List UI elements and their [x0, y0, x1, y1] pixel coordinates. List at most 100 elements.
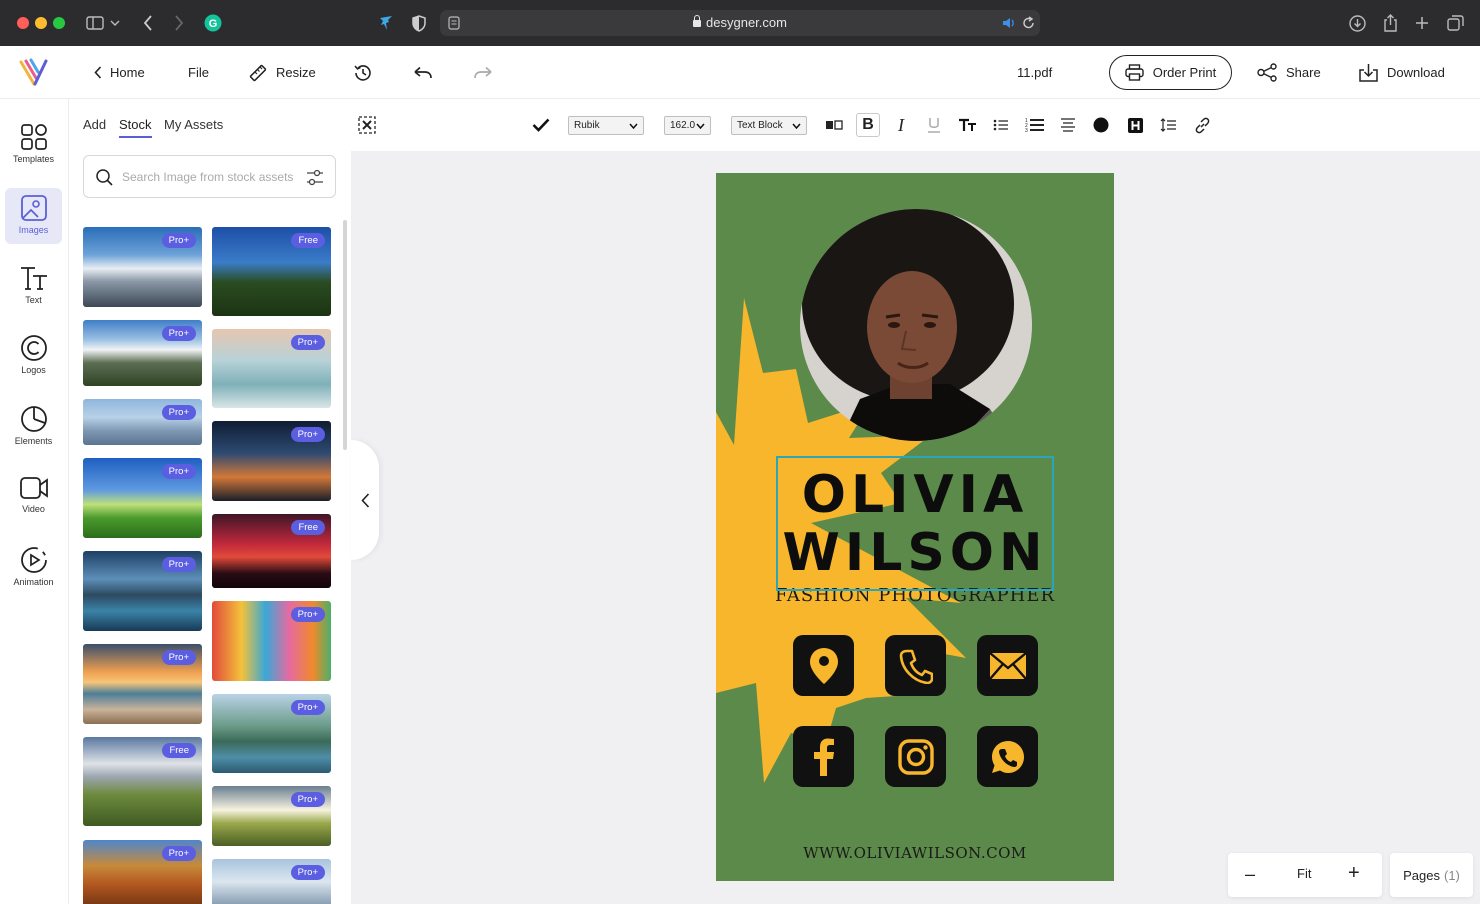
desygner-logo-icon[interactable] — [18, 58, 48, 86]
zoom-out-button[interactable]: – — [1245, 864, 1255, 885]
rail-item-text[interactable]: Text — [5, 258, 62, 314]
stock-image-thumb[interactable]: Pro+ — [212, 601, 331, 681]
stock-image-thumb[interactable]: Pro+ — [212, 421, 331, 501]
stock-image-thumb[interactable]: Pro+ — [83, 227, 202, 307]
email-icon[interactable] — [977, 635, 1038, 696]
rail-item-video[interactable]: Video — [5, 469, 62, 525]
tab-add[interactable]: Add — [83, 117, 106, 132]
share-browser-icon[interactable] — [1379, 12, 1401, 34]
stock-image-thumb[interactable]: Pro+ — [212, 694, 331, 773]
extension-bird-icon[interactable] — [375, 12, 397, 34]
numbered-list-icon[interactable]: 123 — [1023, 113, 1047, 137]
minimize-window-button[interactable] — [35, 17, 47, 29]
location-pin-icon[interactable] — [793, 635, 854, 696]
pages-label: Pages — [1403, 867, 1440, 883]
tab-overview-icon[interactable] — [1444, 12, 1466, 34]
underline-icon[interactable] — [922, 113, 946, 137]
app-toolbar: Home File Resize 11.pdf Order Print Shar… — [0, 46, 1480, 99]
filter-sliders-icon[interactable] — [306, 169, 324, 186]
tab-stock[interactable]: Stock — [119, 117, 152, 138]
rail-item-animation[interactable]: Animation — [5, 540, 62, 596]
redo-button[interactable] — [473, 46, 493, 99]
phone-icon[interactable] — [885, 635, 946, 696]
align-center-icon[interactable] — [1056, 113, 1080, 137]
close-window-button[interactable] — [17, 17, 29, 29]
address-bar[interactable]: desygner.com — [440, 10, 1040, 36]
deselect-icon[interactable] — [355, 113, 379, 137]
block-type-select[interactable]: Text Block — [731, 116, 807, 135]
order-print-button[interactable]: Order Print — [1109, 55, 1232, 90]
stock-image-thumb[interactable]: Pro+ — [83, 840, 202, 904]
chevron-down-icon — [629, 123, 638, 129]
stock-image-thumb[interactable]: Pro+ — [83, 551, 202, 631]
zoom-fit-button[interactable]: Fit — [1297, 866, 1311, 881]
chevron-down-icon — [792, 123, 801, 129]
ruler-icon — [249, 64, 267, 81]
collapse-panel-button[interactable] — [351, 440, 379, 560]
image-badge: Pro+ — [161, 405, 196, 420]
panel-scrollbar[interactable] — [343, 220, 347, 450]
pages-count: (1) — [1443, 867, 1460, 883]
forward-arrow-icon[interactable] — [168, 12, 190, 34]
home-button[interactable]: Home — [94, 46, 145, 99]
pages-button[interactable]: Pages (1) — [1390, 853, 1473, 897]
text-color-icon[interactable] — [1089, 113, 1113, 137]
share-button[interactable]: Share — [1257, 46, 1321, 99]
facebook-icon[interactable] — [793, 726, 854, 787]
history-icon — [354, 64, 371, 81]
link-icon[interactable] — [1190, 113, 1214, 137]
stock-search-input[interactable]: Search Image from stock assets — [83, 155, 336, 198]
stock-image-thumb[interactable]: Pro+ — [212, 786, 331, 846]
stock-image-thumb[interactable]: Pro+ — [83, 320, 202, 386]
chevron-down-icon[interactable] — [108, 12, 122, 34]
instagram-icon[interactable] — [885, 726, 946, 787]
text-selection-box[interactable] — [776, 456, 1054, 591]
stock-image-thumb[interactable]: Pro+ — [83, 458, 202, 538]
font-family-select[interactable]: Rubik — [568, 116, 644, 135]
bold-icon[interactable]: B — [856, 113, 880, 137]
text-highlight-icon[interactable] — [1123, 113, 1147, 137]
stock-image-thumb[interactable]: Free — [212, 514, 331, 588]
document-filename[interactable]: 11.pdf — [1017, 46, 1052, 99]
bullet-list-icon[interactable] — [989, 113, 1013, 137]
text-direction-icon[interactable] — [822, 113, 846, 137]
italic-icon[interactable]: I — [889, 113, 913, 137]
svg-text:G: G — [209, 18, 218, 30]
tab-my-assets[interactable]: My Assets — [164, 117, 223, 132]
text-case-icon[interactable] — [956, 113, 980, 137]
resize-button[interactable]: Resize — [248, 46, 316, 99]
whatsapp-icon[interactable] — [977, 726, 1038, 787]
new-tab-icon[interactable] — [1411, 12, 1433, 34]
privacy-shield-icon[interactable] — [408, 12, 430, 34]
download-button[interactable]: Download — [1358, 46, 1445, 99]
reload-icon[interactable] — [1022, 16, 1035, 30]
downloads-icon[interactable] — [1346, 12, 1368, 34]
rail-item-templates[interactable]: Templates — [5, 117, 62, 173]
stock-image-thumb[interactable]: Free — [212, 227, 331, 316]
back-arrow-icon[interactable] — [137, 12, 159, 34]
line-spacing-icon[interactable] — [1156, 113, 1180, 137]
stock-image-thumb[interactable]: Pro+ — [83, 399, 202, 445]
rail-item-elements[interactable]: Elements — [5, 399, 62, 455]
website-text[interactable]: WWW.OLIVIAWILSON.COM — [716, 844, 1114, 862]
stock-image-thumb[interactable]: Pro+ — [83, 644, 202, 724]
confirm-check-icon[interactable] — [529, 113, 553, 137]
image-badge: Pro+ — [161, 464, 196, 479]
font-size-select[interactable]: 162.0 — [664, 116, 711, 135]
animation-icon — [20, 547, 47, 573]
sidebar-toggle-icon[interactable] — [84, 12, 106, 34]
stock-image-thumb[interactable]: Free — [83, 737, 202, 826]
image-badge: Pro+ — [290, 865, 325, 880]
stock-image-thumb[interactable]: Pro+ — [212, 859, 331, 904]
history-button[interactable] — [353, 46, 373, 99]
grammarly-extension-icon[interactable]: G — [202, 12, 224, 34]
undo-button[interactable] — [413, 46, 433, 99]
zoom-in-button[interactable]: + — [1348, 862, 1360, 885]
audio-playing-icon[interactable] — [1002, 16, 1016, 30]
file-menu-button[interactable]: File — [188, 46, 209, 99]
rail-item-images[interactable]: Images — [5, 188, 62, 244]
rail-item-logos[interactable]: Logos — [5, 328, 62, 384]
zoom-window-button[interactable] — [53, 17, 65, 29]
portrait-photo[interactable] — [800, 209, 1032, 441]
stock-image-thumb[interactable]: Pro+ — [212, 329, 331, 408]
